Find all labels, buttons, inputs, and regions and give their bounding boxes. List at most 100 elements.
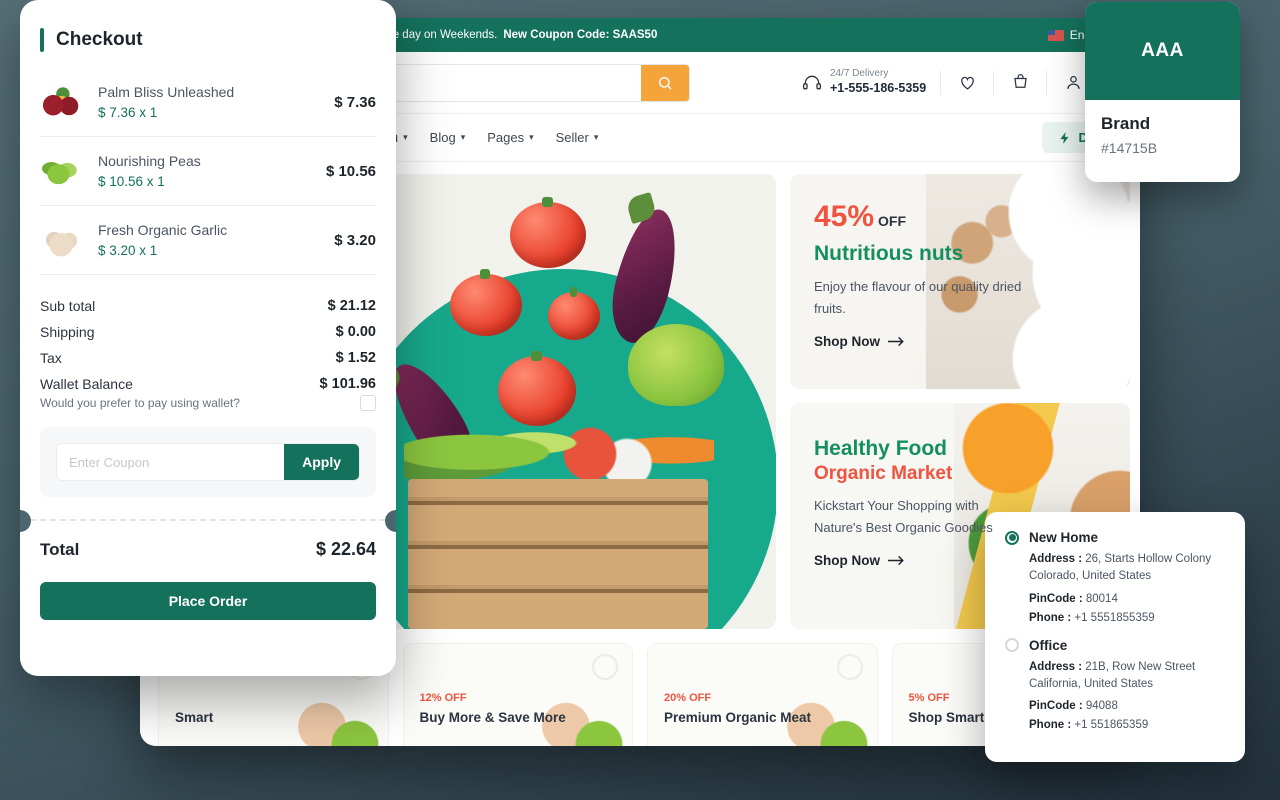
coupon-input-row[interactable]: Apply bbox=[56, 443, 360, 481]
item-name: Nourishing Peas bbox=[98, 153, 201, 169]
product-discount: 20% OFF bbox=[664, 692, 712, 704]
checkout-header: Checkout bbox=[40, 18, 376, 68]
summary-label: Sub total bbox=[40, 298, 96, 314]
user-icon bbox=[1067, 76, 1080, 89]
product-discount: 5% OFF bbox=[908, 692, 950, 704]
item-price: $ 10.56 bbox=[325, 162, 376, 180]
receipt-tear-divider bbox=[20, 510, 396, 532]
nav-item-5[interactable]: Seller ▾ bbox=[556, 130, 599, 145]
tomato-icon bbox=[548, 287, 600, 340]
brand-contrast-label: AAA bbox=[1141, 40, 1184, 61]
cart-icon bbox=[1013, 73, 1027, 88]
promo2-subheading: Organic Market bbox=[814, 463, 953, 484]
wallet-checkbox[interactable] bbox=[360, 395, 376, 411]
promo-shop-now-link[interactable]: Shop Now bbox=[814, 334, 1130, 349]
phone-label: Phone : bbox=[1029, 611, 1072, 624]
wishlist-button[interactable] bbox=[955, 71, 979, 95]
promo-card-nuts[interactable]: 45% OFF Nutritious nuts Enjoy the flavour… bbox=[790, 174, 1130, 389]
pincode-row: PinCode : 80014 bbox=[1029, 593, 1225, 605]
cart-button[interactable] bbox=[1008, 71, 1032, 95]
header-divider bbox=[940, 70, 942, 95]
summary-value: $ 1.52 bbox=[335, 350, 376, 366]
tomato-icon bbox=[510, 197, 586, 268]
wallet-label: Wallet Balance bbox=[40, 376, 133, 392]
brand-swatch-preview: AAA bbox=[1085, 2, 1240, 100]
pincode-label: PinCode : bbox=[1029, 592, 1083, 605]
peas-icon bbox=[40, 151, 84, 191]
announcement-coupon: New Coupon Code: SAAS50 bbox=[503, 29, 658, 41]
header-divider-2 bbox=[993, 70, 995, 95]
address-line-group: Address : 21B, Row New Street bbox=[1029, 659, 1225, 676]
summary-label: Tax bbox=[40, 350, 62, 366]
address-option-office[interactable]: Office Address : 21B, Row New Street Cal… bbox=[1005, 638, 1225, 731]
item-price: $ 7.36 bbox=[334, 93, 376, 111]
pincode-value: 80014 bbox=[1085, 592, 1118, 605]
chevron-down-icon: ▾ bbox=[529, 132, 534, 142]
search-button[interactable] bbox=[641, 64, 689, 101]
screenshot-stage: e to SaasCart! Wrap new offers/gift ever… bbox=[0, 0, 1280, 800]
product-title: Buy More & Save More bbox=[419, 710, 566, 725]
summary-label: Shipping bbox=[40, 324, 95, 340]
summary-row-wallet: Wallet Balance $ 101.96 bbox=[40, 371, 376, 397]
total-row: Total $ 22.64 bbox=[40, 521, 376, 560]
pincode-label: PinCode : bbox=[1029, 700, 1083, 712]
phone-row: Phone : +1 551865359 bbox=[1029, 719, 1225, 731]
promo2-cta-label: Shop Now bbox=[814, 553, 880, 569]
product-card[interactable]: 20% OFF Premium Organic Meat bbox=[647, 643, 878, 746]
summary-value: $ 21.12 bbox=[327, 298, 376, 314]
brand-swatch-meta: Brand #14715B bbox=[1085, 100, 1240, 170]
product-image bbox=[766, 644, 877, 746]
wallet-question: Would you prefer to pay using wallet? bbox=[40, 396, 240, 410]
item-name: Palm Bliss Unleashed bbox=[98, 84, 235, 100]
product-title: Smart bbox=[175, 710, 214, 725]
header-divider-3 bbox=[1046, 70, 1048, 95]
product-discount: 12% OFF bbox=[419, 692, 467, 704]
phone-row: Phone : +1 5551855359 bbox=[1029, 612, 1225, 624]
delivery-label: 24/7 Delivery bbox=[829, 68, 889, 80]
flag-icon bbox=[1047, 29, 1064, 41]
address-radio-unselected[interactable] bbox=[1005, 638, 1019, 652]
support-contact[interactable]: 24/7 Delivery +1-555-186-5359 bbox=[802, 68, 926, 96]
product-card[interactable]: 12% OFF Buy More & Save More bbox=[402, 643, 633, 746]
arrow-right-icon bbox=[888, 556, 904, 566]
checkout-item[interactable]: Palm Bliss Unleashed $ 7.36 x 1 $ 7.36 bbox=[40, 68, 376, 137]
item-name: Fresh Organic Garlic bbox=[98, 222, 228, 238]
lightning-icon bbox=[1059, 131, 1069, 144]
support-phone: +1-555-186-5359 bbox=[829, 80, 927, 95]
headset-icon bbox=[802, 75, 821, 89]
chevron-down-icon: ▾ bbox=[593, 132, 599, 142]
address-line-2: Colorado, United States bbox=[1029, 570, 1152, 583]
vegetable-pile bbox=[404, 397, 714, 489]
phone-label: Phone : bbox=[1029, 719, 1072, 731]
accent-bar bbox=[40, 28, 44, 52]
wooden-crate bbox=[408, 479, 708, 629]
promo-discount-suffix: OFF bbox=[878, 213, 907, 229]
checkout-summary: Sub total $ 21.12 Shipping $ 0.00 Tax $ … bbox=[20, 275, 396, 620]
coupon-section: Apply bbox=[40, 427, 376, 497]
broccoli-icon bbox=[628, 324, 724, 406]
place-order-button[interactable]: Place Order bbox=[40, 582, 376, 620]
item-qty-line: $ 10.56 x 1 bbox=[98, 174, 165, 189]
apply-coupon-button[interactable]: Apply bbox=[284, 444, 359, 480]
total-label: Total bbox=[40, 539, 80, 559]
garlic-icon bbox=[40, 220, 84, 260]
promo-discount: 45% OFF bbox=[814, 200, 1130, 234]
checkout-item[interactable]: Fresh Organic Garlic $ 3.20 x 1 $ 3.20 bbox=[40, 206, 376, 275]
brand-hex-value: #14715B bbox=[1101, 140, 1158, 156]
product-title: Premium Organic Meat bbox=[664, 710, 812, 725]
phone-value: +1 551865359 bbox=[1074, 719, 1149, 731]
account-button[interactable] bbox=[1061, 71, 1085, 95]
coupon-input[interactable] bbox=[57, 444, 285, 480]
nav-item-3[interactable]: Blog ▾ bbox=[430, 130, 466, 145]
pincode-value: 94088 bbox=[1085, 700, 1118, 712]
nav-label-5: Seller bbox=[555, 130, 589, 145]
brand-swatch-card[interactable]: AAA Brand #14715B bbox=[1085, 2, 1240, 182]
promo-heading: Nutritious nuts bbox=[814, 242, 964, 265]
pincode-row: PinCode : 94088 bbox=[1029, 700, 1225, 712]
nav-item-4[interactable]: Pages ▾ bbox=[487, 130, 533, 145]
summary-row-subtotal: Sub total $ 21.12 bbox=[40, 293, 376, 319]
promo2-shop-now-link[interactable]: Shop Now bbox=[814, 553, 1130, 568]
checkout-item[interactable]: Nourishing Peas $ 10.56 x 1 $ 10.56 bbox=[40, 137, 376, 206]
total-value: $ 22.64 bbox=[315, 539, 376, 559]
summary-row-shipping: Shipping $ 0.00 bbox=[40, 319, 376, 345]
